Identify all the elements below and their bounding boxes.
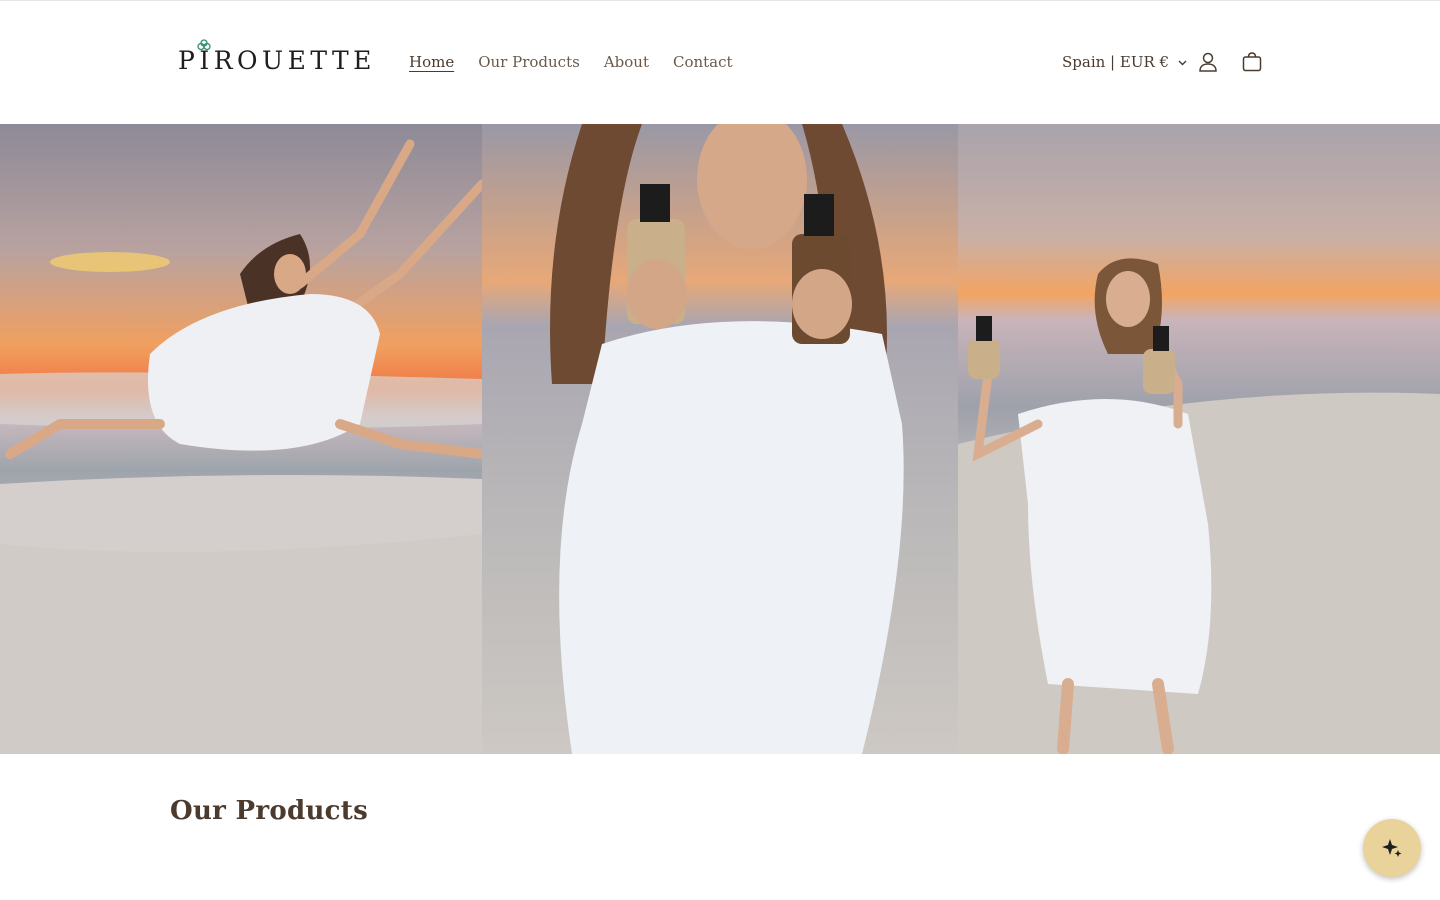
account-button[interactable] — [1195, 49, 1221, 75]
products-section-title: Our Products — [170, 796, 369, 826]
nav-contact[interactable]: Contact — [673, 51, 733, 73]
nav-home[interactable]: Home — [409, 51, 454, 73]
main-nav: Home Our Products About Contact — [409, 51, 733, 73]
clover-icon — [197, 39, 211, 51]
cart-button[interactable] — [1239, 49, 1265, 75]
closeup-image — [482, 124, 958, 754]
hero-panel-closeup — [482, 124, 958, 754]
brand-logo[interactable]: PIROUETTE — [178, 39, 376, 81]
cart-icon — [1242, 52, 1262, 72]
account-icon — [1199, 52, 1217, 72]
nav-about[interactable]: About — [604, 51, 649, 73]
chevron-down-icon — [1178, 60, 1187, 65]
locale-label: Spain | EUR € — [1062, 53, 1170, 71]
beach-image — [958, 124, 1440, 754]
site-header: PIROUETTE Home Our Products About Contac… — [0, 1, 1440, 124]
sparkle-icon — [1382, 839, 1402, 857]
assistant-chat-button[interactable] — [1363, 819, 1421, 877]
hero-panel-beach — [958, 124, 1440, 754]
hero-panel-dancer — [0, 124, 482, 754]
nav-our-products[interactable]: Our Products — [478, 51, 580, 73]
dancer-image — [0, 124, 482, 754]
locale-selector[interactable]: Spain | EUR € — [1062, 51, 1188, 73]
hero-banner — [0, 124, 1440, 754]
